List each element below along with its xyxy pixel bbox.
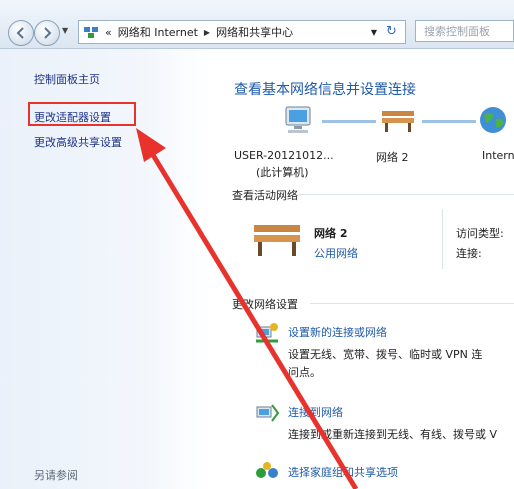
connections-label: 连接: bbox=[456, 247, 482, 260]
breadcrumb-network-internet[interactable]: 网络和 Internet bbox=[118, 24, 198, 40]
sidebar-control-panel-home[interactable]: 控制面板主页 bbox=[34, 71, 100, 87]
task-connect-to-network[interactable]: 连接到网络 bbox=[288, 404, 343, 420]
breadcrumb-overflow[interactable]: « bbox=[105, 26, 112, 39]
forward-button[interactable] bbox=[34, 20, 60, 46]
computer-icon[interactable] bbox=[282, 105, 314, 135]
active-network-bench-icon bbox=[254, 225, 300, 256]
search-placeholder: 搜索控制面板 bbox=[424, 25, 490, 38]
active-network-name: 网络 2 bbox=[314, 227, 348, 240]
breadcrumb-network-sharing-center[interactable]: 网络和共享中心 bbox=[216, 24, 293, 40]
connect-to-network-icon bbox=[256, 404, 280, 422]
highlight-box bbox=[28, 102, 136, 126]
change-settings-heading: 更改网络设置 bbox=[232, 298, 298, 311]
map-network-name: 网络 2 bbox=[376, 151, 409, 164]
network-type-link[interactable]: 公用网络 bbox=[314, 245, 358, 261]
sidebar-change-advanced-sharing[interactable]: 更改高级共享设置 bbox=[34, 134, 122, 150]
active-networks-heading: 查看活动网络 bbox=[232, 189, 298, 202]
page-title: 查看基本网络信息并设置连接 bbox=[234, 82, 416, 98]
bench-network-icon[interactable] bbox=[380, 107, 416, 133]
task-connect-desc: 连接到或重新连接到无线、有线、拨号或 V bbox=[288, 428, 498, 441]
map-computer-sub: (此计算机) bbox=[256, 166, 309, 179]
back-arrow-icon bbox=[16, 27, 24, 39]
task-setup-desc-line1: 设置无线、宽带、拨号、临时或 VPN 连 bbox=[288, 348, 483, 361]
task-homegroup-sharing[interactable]: 选择家庭组和共享选项 bbox=[288, 464, 398, 480]
internet-globe-icon[interactable] bbox=[478, 105, 508, 135]
map-internet-label: Intern bbox=[482, 149, 514, 162]
access-type-label: 访问类型: bbox=[456, 227, 504, 240]
task-setup-new-connection[interactable]: 设置新的连接或网络 bbox=[288, 324, 387, 340]
section-divider bbox=[310, 303, 514, 304]
map-computer-name: USER-20121012... bbox=[234, 149, 334, 162]
task-setup-desc-line2: 问点。 bbox=[288, 366, 321, 379]
recent-pages-chevron-icon[interactable]: ▼ bbox=[62, 26, 68, 35]
main-panel: 查看基本网络信息并设置连接 USER-20121012... (此计算机) 网络… bbox=[210, 49, 514, 489]
breadcrumb-separator-icon[interactable]: ▶ bbox=[204, 28, 210, 37]
homegroup-icon bbox=[256, 462, 278, 478]
new-connection-icon bbox=[256, 323, 278, 343]
address-dropdown-icon[interactable]: ▼ bbox=[371, 28, 377, 37]
address-bar[interactable]: « 网络和 Internet ▶ 网络和共享中心 ▼ bbox=[78, 20, 406, 44]
vertical-divider bbox=[442, 209, 443, 269]
address-toolbar: ▼ « 网络和 Internet ▶ 网络和共享中心 ▼ ↻ 搜索控制面板 bbox=[0, 0, 514, 49]
search-input[interactable]: 搜索控制面板 bbox=[415, 20, 514, 42]
map-connector-line bbox=[322, 120, 376, 123]
network-folder-icon bbox=[84, 27, 98, 38]
section-divider bbox=[298, 194, 514, 195]
sidebar: 控制面板主页 更改适配器设置 更改高级共享设置 另请参阅 bbox=[0, 49, 210, 489]
back-button[interactable] bbox=[8, 20, 34, 46]
forward-arrow-icon bbox=[44, 27, 52, 39]
map-connector-line bbox=[422, 120, 476, 123]
see-also-heading: 另请参阅 bbox=[34, 469, 78, 482]
refresh-icon[interactable]: ↻ bbox=[386, 24, 397, 39]
